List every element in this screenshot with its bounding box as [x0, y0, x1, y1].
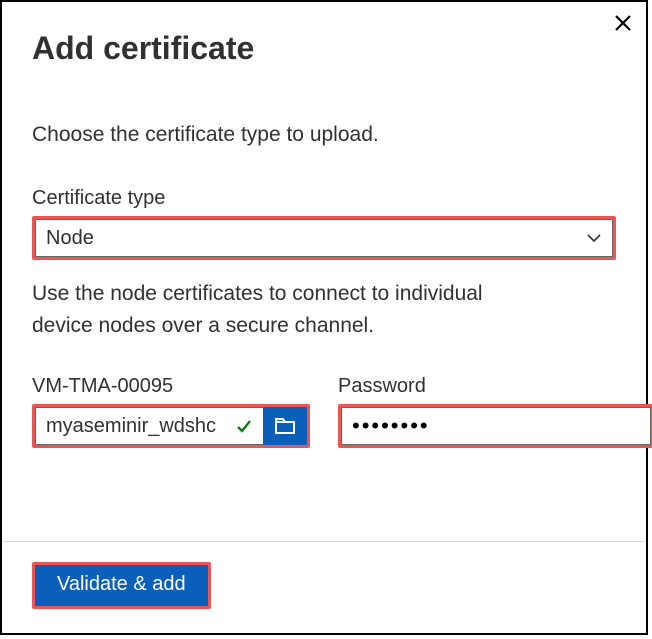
instruction-text: Choose the certificate type to upload.	[32, 123, 616, 147]
panel-content: Add certificate Choose the certificate t…	[2, 2, 646, 448]
password-column: Password	[338, 375, 652, 448]
certificate-type-value: Node	[46, 227, 94, 250]
node-cert-file-value: myaseminir_wdshc	[46, 415, 235, 438]
close-button[interactable]	[608, 8, 638, 38]
node-cert-column: VM-TMA-00095 myaseminir_wdshc	[32, 375, 310, 448]
chevron-down-icon	[586, 227, 602, 250]
add-certificate-panel: Add certificate Choose the certificate t…	[0, 0, 648, 635]
certificate-type-highlight: Node	[32, 216, 616, 260]
validate-add-highlight: Validate & add	[32, 562, 211, 609]
browse-button[interactable]	[263, 407, 307, 445]
fields-row: VM-TMA-00095 myaseminir_wdshc	[32, 375, 616, 448]
helper-text: Use the node certificates to connect to …	[32, 278, 512, 341]
validate-add-button[interactable]: Validate & add	[35, 565, 208, 606]
password-input[interactable]	[341, 407, 651, 445]
password-highlight	[338, 404, 652, 448]
panel-footer: Validate & add	[2, 541, 646, 633]
password-label: Password	[338, 375, 652, 398]
certificate-type-select[interactable]: Node	[35, 219, 613, 257]
node-name-label: VM-TMA-00095	[32, 375, 310, 398]
node-cert-highlight: myaseminir_wdshc	[32, 404, 310, 448]
node-cert-file-input[interactable]: myaseminir_wdshc	[35, 407, 263, 445]
folder-icon	[274, 417, 296, 435]
page-title: Add certificate	[32, 30, 616, 67]
checkmark-icon	[235, 417, 259, 435]
close-icon	[614, 14, 632, 32]
certificate-type-label: Certificate type	[32, 187, 616, 210]
